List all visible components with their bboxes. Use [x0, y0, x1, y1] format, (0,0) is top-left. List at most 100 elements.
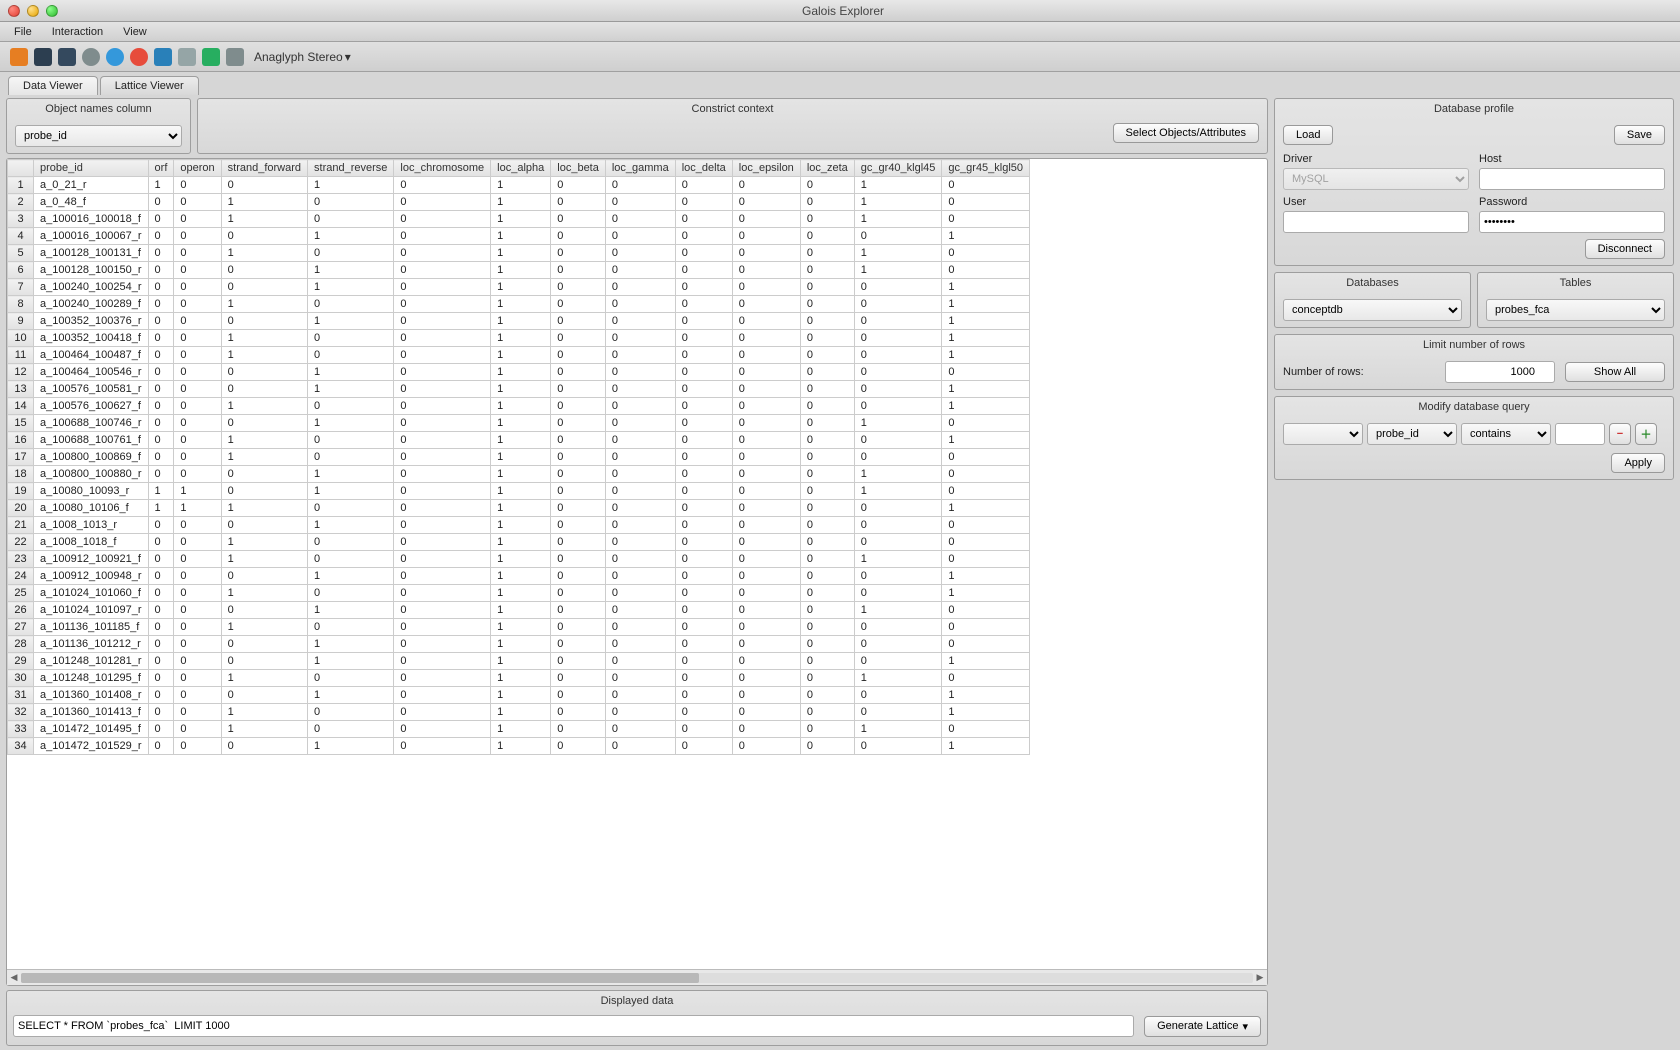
cell[interactable]: 0: [394, 738, 491, 755]
cell[interactable]: 0: [605, 194, 675, 211]
cell[interactable]: a_100240_100289_f: [34, 296, 149, 313]
cell[interactable]: 0: [732, 245, 800, 262]
cell[interactable]: 1: [491, 432, 551, 449]
cell[interactable]: 0: [675, 687, 732, 704]
cell[interactable]: a_1008_1013_r: [34, 517, 149, 534]
cell[interactable]: 0: [174, 245, 221, 262]
cell[interactable]: 0: [942, 364, 1030, 381]
cell[interactable]: 0: [394, 194, 491, 211]
cell[interactable]: 0: [732, 619, 800, 636]
cell[interactable]: 1: [491, 602, 551, 619]
cell[interactable]: 1: [491, 534, 551, 551]
cell[interactable]: 0: [854, 432, 942, 449]
cell[interactable]: 1: [148, 483, 174, 500]
cell[interactable]: 0: [854, 364, 942, 381]
cell[interactable]: 0: [148, 228, 174, 245]
cell[interactable]: 1: [308, 228, 394, 245]
table-row[interactable]: 3a_100016_100018_f0010010000010: [8, 211, 1030, 228]
cell[interactable]: a_100016_100018_f: [34, 211, 149, 228]
table-row[interactable]: 25a_101024_101060_f0010010000001: [8, 585, 1030, 602]
cell[interactable]: 0: [732, 194, 800, 211]
cell[interactable]: 0: [174, 313, 221, 330]
cell[interactable]: a_100128_100150_r: [34, 262, 149, 279]
cell[interactable]: 0: [942, 551, 1030, 568]
cell[interactable]: 0: [551, 279, 606, 296]
tool-icon-8[interactable]: [178, 48, 196, 66]
table-row[interactable]: 30a_101248_101295_f0010010000010: [8, 670, 1030, 687]
cell[interactable]: 1: [221, 500, 307, 517]
cell[interactable]: 1: [308, 313, 394, 330]
cell[interactable]: 1: [854, 211, 942, 228]
cell[interactable]: a_101248_101295_f: [34, 670, 149, 687]
cell[interactable]: 0: [174, 534, 221, 551]
cell[interactable]: 0: [675, 415, 732, 432]
cell[interactable]: 1: [491, 551, 551, 568]
cell[interactable]: 1: [308, 483, 394, 500]
zoom-window-button[interactable]: [46, 5, 58, 17]
row-limit-input[interactable]: [1445, 361, 1555, 383]
database-select[interactable]: conceptdb: [1283, 299, 1462, 321]
cell[interactable]: 0: [551, 602, 606, 619]
cell[interactable]: 1: [148, 500, 174, 517]
cell[interactable]: 0: [675, 194, 732, 211]
table-row[interactable]: 12a_100464_100546_r0001010000000: [8, 364, 1030, 381]
cell[interactable]: a_100016_100067_r: [34, 228, 149, 245]
cell[interactable]: 0: [605, 381, 675, 398]
tab-lattice-viewer[interactable]: Lattice Viewer: [100, 76, 199, 95]
cell[interactable]: 0: [551, 245, 606, 262]
column-header[interactable]: loc_zeta: [800, 160, 854, 177]
table-row[interactable]: 29a_101248_101281_r0001010000001: [8, 653, 1030, 670]
cell[interactable]: 1: [308, 415, 394, 432]
cell[interactable]: 0: [394, 585, 491, 602]
object-names-select[interactable]: probe_id: [15, 125, 182, 147]
cell[interactable]: 1: [221, 330, 307, 347]
cell[interactable]: 0: [551, 364, 606, 381]
table-row[interactable]: 17a_100800_100869_f0010010000000: [8, 449, 1030, 466]
cell[interactable]: 0: [308, 449, 394, 466]
host-input[interactable]: [1479, 168, 1665, 190]
cell[interactable]: 0: [174, 449, 221, 466]
cell[interactable]: 0: [605, 602, 675, 619]
cell[interactable]: 1: [221, 670, 307, 687]
cell[interactable]: a_1008_1018_f: [34, 534, 149, 551]
tool-icon-4[interactable]: [82, 48, 100, 66]
cell[interactable]: 0: [174, 653, 221, 670]
cell[interactable]: 0: [732, 517, 800, 534]
cell[interactable]: 0: [148, 636, 174, 653]
cell[interactable]: 0: [551, 211, 606, 228]
cell[interactable]: 0: [605, 279, 675, 296]
cell[interactable]: 0: [800, 381, 854, 398]
cell[interactable]: 0: [732, 279, 800, 296]
cell[interactable]: 0: [551, 449, 606, 466]
cell[interactable]: 0: [605, 449, 675, 466]
cell[interactable]: 0: [732, 466, 800, 483]
zoom-icon[interactable]: [106, 48, 124, 66]
cell[interactable]: 0: [174, 279, 221, 296]
cell[interactable]: 1: [942, 704, 1030, 721]
cell[interactable]: 1: [491, 330, 551, 347]
cell[interactable]: 0: [308, 551, 394, 568]
cell[interactable]: 1: [308, 568, 394, 585]
close-window-button[interactable]: [8, 5, 20, 17]
cell[interactable]: 1: [308, 636, 394, 653]
cell[interactable]: 1: [854, 177, 942, 194]
remove-condition-button[interactable]: −: [1609, 423, 1631, 445]
cell[interactable]: 0: [551, 551, 606, 568]
cell[interactable]: 0: [854, 313, 942, 330]
cell[interactable]: 0: [394, 432, 491, 449]
cell[interactable]: 0: [732, 602, 800, 619]
cell[interactable]: 0: [551, 330, 606, 347]
cell[interactable]: 0: [675, 670, 732, 687]
cell[interactable]: 0: [800, 415, 854, 432]
cell[interactable]: 0: [148, 432, 174, 449]
cell[interactable]: 1: [942, 738, 1030, 755]
cell[interactable]: 0: [800, 704, 854, 721]
cell[interactable]: 1: [942, 330, 1030, 347]
cell[interactable]: 0: [551, 534, 606, 551]
cell[interactable]: 0: [605, 670, 675, 687]
cell[interactable]: 0: [854, 517, 942, 534]
cell[interactable]: 0: [551, 670, 606, 687]
cell[interactable]: 0: [174, 466, 221, 483]
cell[interactable]: 0: [605, 296, 675, 313]
cell[interactable]: 0: [942, 211, 1030, 228]
